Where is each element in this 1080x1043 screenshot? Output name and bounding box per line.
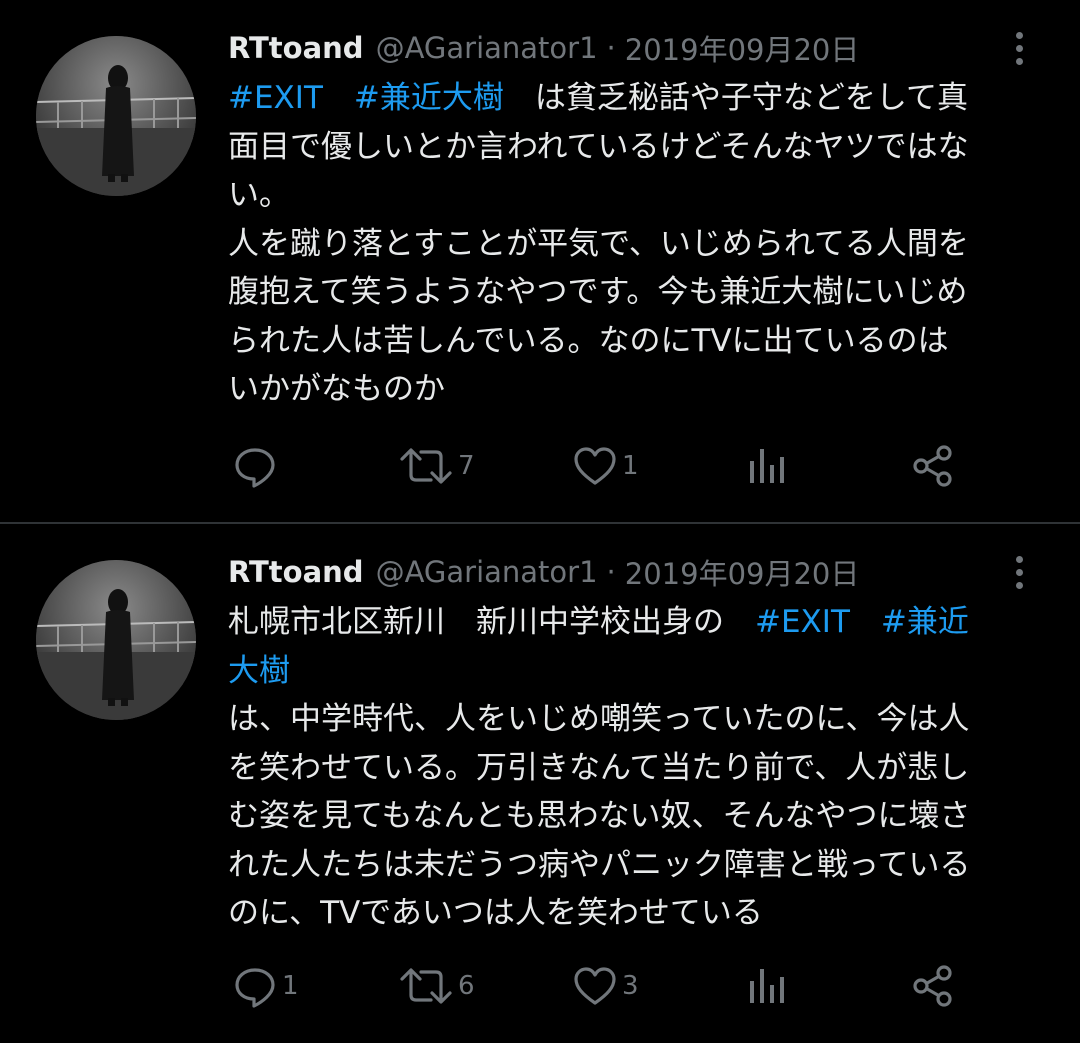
tweet-text-line: 人を蹴り落とすことが平気で、いじめられてる人間を [228, 220, 1058, 269]
tweet-text-segment: は、中学時代、人をいじめ嘲笑っていたのに、今は人 [228, 701, 970, 737]
views-button[interactable] [744, 960, 790, 1012]
user-handle[interactable]: @AGarianator1 [376, 555, 598, 589]
analytics-icon [750, 449, 784, 483]
tweet-date[interactable]: 2019年09月20日 [625, 551, 860, 593]
header-separator: · [606, 31, 616, 65]
tweet-text-segment [850, 604, 881, 640]
tweet-text-segment [323, 80, 354, 116]
tweet-date[interactable]: 2019年09月20日 [625, 27, 860, 69]
reply-icon [235, 968, 275, 1008]
reply-count: 1 [282, 971, 299, 1001]
tweet-text-line: のに、TVであいつは人を笑わせている [228, 889, 1058, 938]
avatar-photo [36, 560, 196, 720]
reply-button[interactable] [232, 440, 282, 492]
display-name[interactable]: RTtoand [228, 555, 364, 589]
header-separator: · [606, 555, 616, 589]
tweet-text-segment: 人を蹴り落とすことが平気で、いじめられてる人間を [228, 225, 969, 262]
like-count: 1 [622, 451, 639, 481]
tweet-text-line: 札幌市北区新川 新川中学校出身の #EXIT #兼近 [228, 598, 1058, 647]
reply-button[interactable]: 1 [232, 960, 299, 1012]
action-bar: 7 1 [228, 440, 988, 492]
tweet-text-segment: 札幌市北区新川 新川中学校出身の [228, 604, 755, 640]
analytics-icon [750, 969, 784, 1003]
more-options-button[interactable] [1002, 550, 1038, 594]
share-button[interactable] [910, 960, 956, 1012]
tweet-text-segment: 面目で優しいとか言われているけどそんなヤツではな [228, 128, 969, 165]
tweet-text-line: い。 [228, 171, 1058, 220]
avatar[interactable] [36, 560, 196, 720]
tweet-text-segment: のに、TVであいつは人を笑わせている [228, 895, 763, 931]
tweet-text-segment: を笑わせている。万引きなんて当たり前で、人が悲し [228, 749, 970, 786]
user-handle[interactable]: @AGarianator1 [376, 31, 598, 65]
avatar-photo [36, 36, 196, 196]
hashtag-link[interactable]: #EXIT [228, 80, 323, 116]
retweet-count: 6 [458, 971, 475, 1001]
tweet-header: RTtoand @AGarianator1 · 2019年09月20日 [228, 26, 859, 70]
tweet-text: 札幌市北区新川 新川中学校出身の #EXIT #兼近大樹は、中学時代、人をいじめ… [228, 598, 1058, 938]
views-button[interactable] [744, 440, 790, 492]
action-bar: 1 6 3 [228, 960, 988, 1012]
tweet-text-segment: れた人たちは未だうつ病やパニック障害と戦っている [228, 846, 971, 883]
share-button[interactable] [910, 440, 956, 492]
tweet-text-segment: られた人は苦しんでいる。なのにTVに出ているのは [228, 322, 949, 359]
tweet-text-line: いかがなものか [228, 365, 1058, 414]
tweet-text-line: れた人たちは未だうつ病やパニック障害と戦っている [228, 841, 1058, 890]
like-button[interactable]: 3 [572, 960, 639, 1012]
display-name[interactable]: RTtoand [228, 31, 364, 65]
share-icon [913, 445, 952, 487]
tweet-text-segment: いかがなものか [228, 371, 445, 407]
more-options-button[interactable] [1002, 26, 1038, 70]
tweet[interactable]: RTtoand @AGarianator1 · 2019年09月20日 札幌市北… [0, 524, 1080, 1043]
tweet-text-line: む姿を見てもなんとも思わない奴、そんなやつに壊さ [228, 792, 1058, 841]
tweet-text-segment: い。 [228, 177, 290, 213]
tweet-text-segment: は貧乏秘話や子守などをして真 [503, 80, 968, 116]
tweet-text-line: 面目で優しいとか言われているけどそんなヤツではな [228, 123, 1058, 172]
retweet-icon [400, 968, 452, 1004]
retweet-button[interactable]: 6 [398, 960, 475, 1012]
tweet-text-segment: む姿を見てもなんとも思わない奴、そんなやつに壊さ [228, 798, 971, 834]
tweet-text-line: 腹抱えて笑うようなやつです。今も兼近大樹にいじめ [228, 268, 1058, 317]
retweet-icon [400, 448, 452, 484]
retweet-count: 7 [458, 451, 475, 481]
hashtag-link[interactable]: #兼近大樹 [354, 80, 504, 116]
reply-icon [235, 448, 275, 488]
like-button[interactable]: 1 [572, 440, 639, 492]
tweet-text-segment: 腹抱えて笑うようなやつです。今も兼近大樹にいじめ [228, 274, 968, 310]
tweet-text-line: は、中学時代、人をいじめ嘲笑っていたのに、今は人 [228, 695, 1058, 744]
tweet-text: #EXIT #兼近大樹 は貧乏秘話や子守などをして真面目で優しいとか言われている… [228, 74, 1058, 414]
tweet-text-line: 大樹 [228, 647, 1058, 696]
tweet-text-line: られた人は苦しんでいる。なのにTVに出ているのは [228, 317, 1058, 366]
like-count: 3 [622, 971, 639, 1001]
tweet-text-line: を笑わせている。万引きなんて当たり前で、人が悲し [228, 744, 1058, 793]
heart-icon [574, 447, 616, 485]
tweet[interactable]: RTtoand @AGarianator1 · 2019年09月20日 #EXI… [0, 0, 1080, 522]
share-icon [913, 965, 952, 1007]
heart-icon [574, 967, 616, 1005]
retweet-button[interactable]: 7 [398, 440, 475, 492]
tweet-text-line: #EXIT #兼近大樹 は貧乏秘話や子守などをして真 [228, 74, 1058, 123]
hashtag-link[interactable]: 大樹 [228, 653, 290, 689]
hashtag-link[interactable]: #兼近 [881, 604, 969, 640]
hashtag-link[interactable]: #EXIT [755, 604, 850, 640]
tweet-header: RTtoand @AGarianator1 · 2019年09月20日 [228, 550, 859, 594]
avatar[interactable] [36, 36, 196, 196]
